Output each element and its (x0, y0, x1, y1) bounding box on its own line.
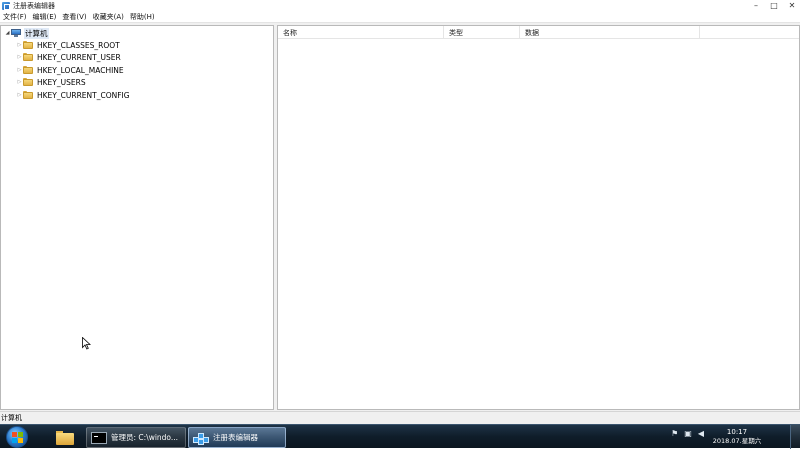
column-header-type[interactable]: 类型 (444, 26, 520, 39)
volume-icon[interactable]: ◀ (698, 430, 704, 438)
list-header: 名称 类型 数据 (278, 26, 799, 39)
window-title: 注册表编辑器 (13, 2, 55, 10)
computer-icon (11, 29, 21, 37)
network-icon[interactable]: ▣ (684, 430, 692, 438)
close-button[interactable]: ✕ (786, 1, 798, 11)
folder-icon (23, 66, 33, 74)
taskbar-clock[interactable]: 10:17 2018.07.星期六 (710, 428, 764, 446)
expand-arrow-icon[interactable]: ▷ (16, 64, 23, 76)
folder-icon (23, 41, 33, 49)
menu-bar: 文件(F) 编辑(E) 查看(V) 收藏夹(A) 帮助(H) (0, 12, 800, 23)
tree-key-label: HKEY_CURRENT_CONFIG (37, 90, 130, 100)
folder-icon (23, 78, 33, 86)
menu-favorites[interactable]: 收藏夹(A) (90, 12, 127, 22)
expand-arrow-icon[interactable]: ▷ (16, 39, 23, 51)
tree-root-computer[interactable]: ◢ 计算机 (4, 27, 49, 39)
tree-key-hklm[interactable]: ▷ HKEY_LOCAL_MACHINE (16, 64, 124, 76)
tree-key-hkcc[interactable]: ▷ HKEY_CURRENT_CONFIG (16, 89, 130, 101)
collapse-arrow-icon[interactable]: ◢ (4, 27, 11, 39)
minimize-button[interactable]: – (750, 1, 762, 11)
expand-arrow-icon[interactable]: ▷ (16, 51, 23, 63)
folder-icon (56, 430, 74, 445)
status-path: 计算机 (1, 414, 22, 422)
tree-key-hku[interactable]: ▷ HKEY_USERS (16, 76, 86, 88)
tree-key-label: HKEY_LOCAL_MACHINE (37, 65, 124, 75)
tree-key-label: HKEY_USERS (37, 77, 86, 87)
taskbar-cmd-label: 管理员: C:\windo... (111, 433, 179, 442)
expand-arrow-icon[interactable]: ▷ (16, 89, 23, 101)
menu-view[interactable]: 查看(V) (59, 12, 89, 22)
action-center-flag-icon[interactable]: ⚑ (671, 430, 678, 438)
tree-key-hkcr[interactable]: ▷ HKEY_CLASSES_ROOT (16, 39, 120, 51)
column-header-data[interactable]: 数据 (520, 26, 700, 39)
clock-date: 2018.07.星期六 (712, 437, 762, 445)
taskbar-regedit-button[interactable]: 注册表编辑器 (188, 427, 286, 448)
expand-arrow-icon[interactable]: ▷ (16, 76, 23, 88)
tree-root-label: 计算机 (24, 27, 49, 39)
menu-edit[interactable]: 编辑(E) (30, 12, 60, 22)
menu-help[interactable]: 帮助(H) (127, 12, 158, 22)
menu-file[interactable]: 文件(F) (0, 12, 30, 22)
taskbar-explorer-button[interactable] (50, 427, 80, 448)
show-desktop-button[interactable] (790, 425, 800, 449)
window-controls: – □ ✕ (750, 0, 798, 12)
registry-tree-pane[interactable]: ◢ 计算机 ▷ HKEY_CLASSES_ROOT ▷ HKEY_CURRENT… (0, 25, 274, 410)
registry-values-pane[interactable]: 名称 类型 数据 (277, 25, 800, 410)
tree-key-label: HKEY_CLASSES_ROOT (37, 40, 120, 50)
column-header-name[interactable]: 名称 (278, 26, 444, 39)
maximize-button[interactable]: □ (768, 1, 780, 11)
regedit-window: 注册表编辑器 – □ ✕ 文件(F) 编辑(E) 查看(V) 收藏夹(A) 帮助… (0, 0, 800, 424)
command-prompt-icon (91, 431, 107, 444)
tree-key-hkcu[interactable]: ▷ HKEY_CURRENT_USER (16, 51, 121, 63)
taskbar: 管理员: C:\windo... 注册表编辑器 ⚑ ▣ ◀ 10:17 2018… (0, 424, 800, 449)
start-button[interactable] (6, 426, 28, 448)
tree-key-label: HKEY_CURRENT_USER (37, 52, 121, 62)
taskbar-regedit-label: 注册表编辑器 (213, 433, 258, 442)
status-bar: 计算机 (0, 411, 800, 424)
system-tray: ⚑ ▣ ◀ (671, 430, 704, 438)
regedit-app-icon (2, 2, 10, 10)
regedit-icon (193, 431, 209, 445)
clock-time: 10:17 (726, 428, 748, 436)
folder-icon (23, 53, 33, 61)
taskbar-cmd-button[interactable]: 管理员: C:\windo... (86, 427, 186, 448)
folder-icon (23, 91, 33, 99)
title-bar[interactable]: 注册表编辑器 – □ ✕ (0, 0, 800, 12)
